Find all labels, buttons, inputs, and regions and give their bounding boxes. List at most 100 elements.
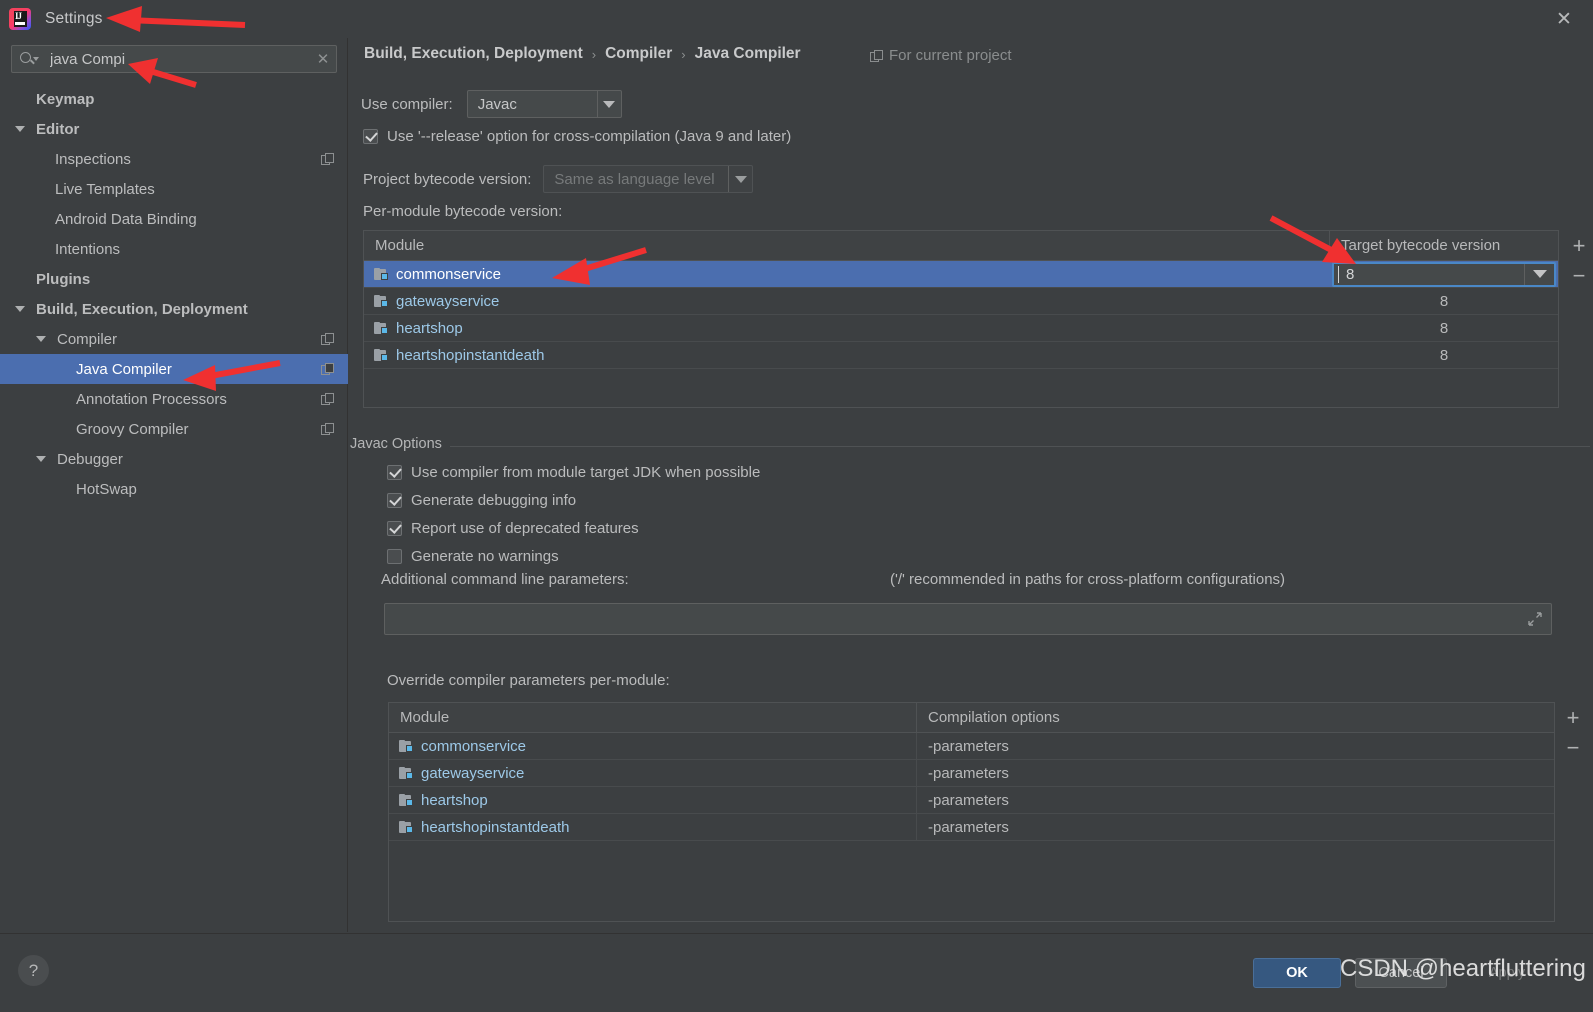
copy-settings-icon[interactable] [321, 333, 334, 345]
javac-options-checkbox-list: Use compiler from module target JDK when… [387, 458, 760, 570]
override-cell-options[interactable]: -parameters [917, 738, 1554, 755]
sidebar-item-label: Keymap [36, 90, 95, 108]
search-input[interactable] [39, 50, 310, 68]
sidebar-item-annotation-processors[interactable]: Annotation Processors [0, 384, 348, 414]
window-title: Settings [45, 10, 103, 27]
dialog-footer: ? OK Cancel Apply [0, 933, 1593, 1012]
bytecode-col-module[interactable]: Module [364, 231, 1330, 260]
override-cell-options[interactable]: -parameters [917, 765, 1554, 782]
breadcrumb-part-2[interactable]: Compiler [605, 45, 672, 63]
javac-option-label: Use compiler from module target JDK when… [411, 463, 761, 481]
chevron-down-icon[interactable] [596, 91, 621, 117]
bytecode-cell-version[interactable]: 8 [1330, 342, 1558, 368]
sidebar-item-editor[interactable]: Editor [0, 114, 348, 144]
sidebar-item-live-templates[interactable]: Live Templates [0, 174, 348, 204]
project-scope-icon [870, 49, 883, 62]
additional-params-input[interactable] [385, 610, 1551, 628]
cancel-button[interactable]: Cancel [1355, 958, 1447, 988]
chevron-down-icon[interactable] [15, 306, 25, 312]
javac-option-row[interactable]: Generate no warnings [387, 542, 760, 570]
sidebar-item-compiler[interactable]: Compiler [0, 324, 348, 354]
release-option-checkbox-row[interactable]: Use '--release' option for cross-compila… [363, 128, 791, 145]
module-icon [399, 739, 414, 753]
table-row[interactable]: heartshopinstantdeath 8 [364, 342, 1558, 369]
bytecode-cell-version[interactable]: 8 [1330, 315, 1558, 341]
javac-option-checkbox[interactable] [387, 492, 402, 508]
sidebar-item-label: Intentions [55, 240, 121, 258]
expand-icon[interactable] [1528, 612, 1542, 626]
module-icon [374, 321, 389, 335]
chevron-down-icon[interactable] [15, 126, 25, 132]
clear-search-icon[interactable]: ✕ [310, 50, 336, 68]
override-col-options[interactable]: Compilation options [917, 703, 1554, 732]
logo-text: IJ [15, 11, 22, 21]
search-box[interactable]: ✕ [11, 45, 337, 73]
add-module-button[interactable]: + [1561, 231, 1593, 261]
table-row[interactable]: heartshopinstantdeath -parameters [389, 814, 1554, 841]
javac-option-row[interactable]: Report use of deprecated features [387, 514, 760, 542]
use-compiler-dropdown[interactable]: Javac [466, 90, 622, 118]
module-name: commonservice [421, 737, 527, 755]
release-option-label: Use '--release' option for cross-compila… [387, 128, 792, 145]
module-icon [399, 820, 414, 834]
close-icon[interactable]: ✕ [1547, 4, 1581, 34]
table-row[interactable]: commonservice -parameters [389, 733, 1554, 760]
override-table: Module Compilation options commonservice… [388, 702, 1555, 922]
sidebar-item-label: Editor [36, 120, 80, 138]
javac-option-checkbox[interactable] [387, 548, 402, 564]
sidebar-item-build-execution-deployment[interactable]: Build, Execution, Deployment [0, 294, 348, 324]
sidebar-item-groovy-compiler[interactable]: Groovy Compiler [0, 414, 348, 444]
table-row[interactable]: heartshop 8 [364, 315, 1558, 342]
copy-settings-icon[interactable] [321, 363, 334, 375]
bytecode-cell-module: commonservice [364, 261, 1330, 287]
remove-module-button[interactable]: − [1561, 261, 1593, 291]
sidebar-item-inspections[interactable]: Inspections [0, 144, 348, 174]
use-compiler-label: Use compiler: [361, 95, 453, 113]
javac-option-checkbox[interactable] [387, 464, 402, 480]
override-params-label: Override compiler parameters per-module: [387, 672, 670, 689]
ok-button[interactable]: OK [1253, 958, 1341, 988]
bytecode-cell-module: heartshop [364, 315, 1330, 341]
search-icon[interactable] [19, 50, 39, 68]
per-module-bytecode-label: Per-module bytecode version: [363, 203, 563, 220]
bytecode-version-input[interactable]: 8 [1338, 265, 1524, 283]
remove-override-button[interactable]: − [1555, 733, 1591, 763]
chevron-down-icon[interactable] [728, 166, 752, 192]
bytecode-col-version[interactable]: Target bytecode version [1330, 231, 1558, 260]
add-override-button[interactable]: + [1555, 703, 1591, 733]
table-row[interactable]: heartshop -parameters [389, 787, 1554, 814]
intellij-logo-icon: IJ [9, 8, 31, 30]
chevron-down-icon[interactable] [36, 456, 46, 462]
sidebar-item-debugger[interactable]: Debugger [0, 444, 348, 474]
copy-settings-icon[interactable] [321, 423, 334, 435]
sidebar-item-intentions[interactable]: Intentions [0, 234, 348, 264]
for-current-project-label: For current project [870, 47, 1012, 64]
sidebar-item-java-compiler[interactable]: Java Compiler [0, 354, 348, 384]
copy-settings-icon[interactable] [321, 153, 334, 165]
project-bytecode-dropdown[interactable]: Same as language level [543, 165, 754, 193]
override-col-module[interactable]: Module [389, 703, 917, 732]
javac-option-row[interactable]: Generate debugging info [387, 486, 760, 514]
chevron-down-icon[interactable] [1524, 263, 1554, 285]
table-row[interactable]: gatewayservice 8 [364, 288, 1558, 315]
breadcrumb-part-1[interactable]: Build, Execution, Deployment [364, 45, 583, 63]
sidebar-item-plugins[interactable]: Plugins [0, 264, 348, 294]
bytecode-cell-version[interactable]: 8 [1330, 261, 1558, 287]
override-cell-options[interactable]: -parameters [917, 792, 1554, 809]
additional-params-field[interactable] [384, 603, 1552, 635]
release-option-checkbox[interactable] [363, 129, 378, 144]
table-row[interactable]: commonservice 8 [364, 261, 1558, 288]
sidebar-item-android-data-binding[interactable]: Android Data Binding [0, 204, 348, 234]
javac-option-label: Generate no warnings [411, 547, 559, 565]
sidebar-item-hotswap[interactable]: HotSwap [0, 474, 348, 504]
chevron-down-icon[interactable] [36, 336, 46, 342]
bytecode-version-editor[interactable]: 8 [1332, 261, 1556, 287]
override-cell-options[interactable]: -parameters [917, 819, 1554, 836]
table-row[interactable]: gatewayservice -parameters [389, 760, 1554, 787]
javac-option-row[interactable]: Use compiler from module target JDK when… [387, 458, 760, 486]
sidebar-item-keymap[interactable]: Keymap [0, 84, 348, 114]
copy-settings-icon[interactable] [321, 393, 334, 405]
javac-option-checkbox[interactable] [387, 520, 402, 536]
bytecode-cell-version[interactable]: 8 [1330, 288, 1558, 314]
help-button[interactable]: ? [18, 955, 49, 986]
